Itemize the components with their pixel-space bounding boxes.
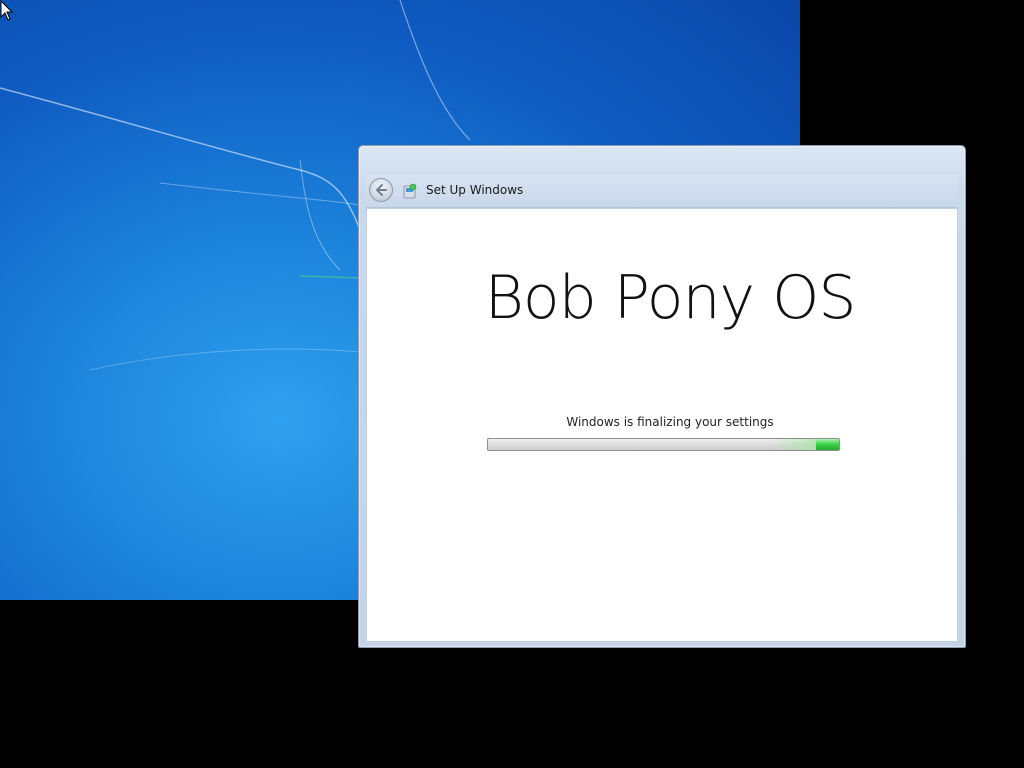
setup-icon <box>403 183 417 199</box>
back-button[interactable] <box>369 178 393 202</box>
window-header: Set Up Windows <box>366 175 958 208</box>
back-arrow-icon <box>376 184 387 196</box>
setup-window: Set Up Windows Bob Pony OS Windows is fi… <box>358 145 966 648</box>
setup-content: Bob Pony OS Windows is finalizing your s… <box>366 208 958 642</box>
progress-bar <box>487 438 840 451</box>
arrow-cursor-icon <box>0 0 14 21</box>
screen: Set Up Windows Bob Pony OS Windows is fi… <box>0 0 1024 768</box>
window-title: Set Up Windows <box>426 183 524 197</box>
progress-bar-glow <box>769 439 816 450</box>
os-brand-title: Bob Pony OS <box>484 263 857 333</box>
status-message: Windows is finalizing your settings <box>566 415 774 429</box>
progress-bar-fill <box>816 439 839 450</box>
